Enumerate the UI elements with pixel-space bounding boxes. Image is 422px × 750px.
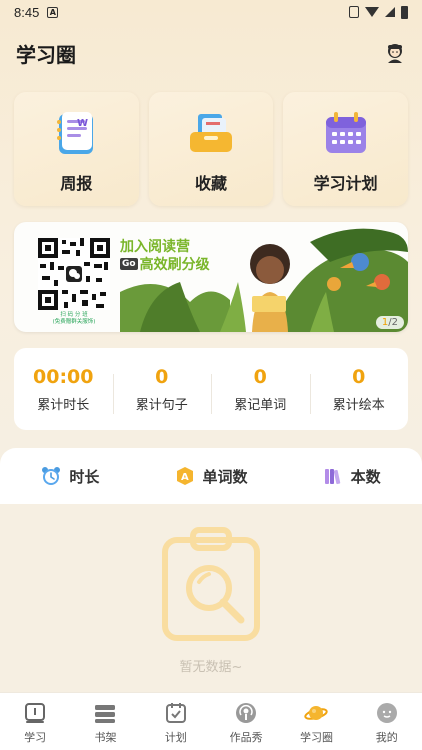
stat-total-picture-books: 0 累计绘本 bbox=[309, 365, 409, 414]
tab-label: 单词数 bbox=[202, 467, 248, 486]
nav-label: 学习圈 bbox=[299, 731, 333, 744]
svg-text:W: W bbox=[77, 118, 88, 129]
page-title: 学习圈 bbox=[16, 42, 76, 67]
battery-icon bbox=[401, 5, 408, 19]
tab-word-count[interactable]: A 单词数 bbox=[141, 448, 282, 504]
planet-icon bbox=[304, 706, 329, 720]
pager-total: /2 bbox=[388, 317, 398, 328]
stats-panel: 00:00 累计时长 0 累计句子 0 累记单词 0 累计绘本 bbox=[14, 348, 408, 430]
nav-item-profile[interactable]: 我的 bbox=[352, 693, 422, 750]
notification-a-icon: A bbox=[47, 6, 59, 18]
wifi-icon bbox=[365, 7, 379, 17]
cellular-icon bbox=[385, 7, 395, 17]
stat-label: 累计绘本 bbox=[332, 397, 385, 413]
study-plan-card[interactable]: 学习计划 bbox=[283, 92, 409, 206]
stat-value: 0 bbox=[155, 365, 169, 388]
feature-cards: W 周报 收藏 学习计划 bbox=[14, 92, 409, 206]
study-icon bbox=[25, 703, 46, 723]
tab-duration[interactable]: 时长 bbox=[0, 448, 141, 504]
nav-item-showcase[interactable]: 作品秀 bbox=[211, 693, 281, 750]
app-header: 学习圈 bbox=[16, 38, 406, 68]
stat-value: 00:00 bbox=[33, 365, 94, 388]
profile-icon bbox=[376, 703, 397, 723]
plan-icon bbox=[165, 703, 186, 723]
banner-title-line2: Go 高效刷分级 bbox=[120, 254, 210, 274]
favorites-icon bbox=[190, 114, 232, 152]
nav-label: 书架 bbox=[94, 731, 117, 744]
ranking-tabs: 时长 A 单词数 本数 bbox=[0, 448, 422, 504]
nav-label: 作品秀 bbox=[229, 731, 263, 744]
letter-a-icon: A bbox=[176, 467, 193, 485]
status-bar: 8:45 A bbox=[0, 0, 422, 24]
card-label: 学习计划 bbox=[313, 174, 378, 193]
banner-pager: 1/2 bbox=[375, 316, 404, 329]
tab-label: 本数 bbox=[350, 467, 381, 486]
nav-item-plan[interactable]: 计划 bbox=[141, 693, 211, 750]
status-icons bbox=[349, 5, 408, 19]
bottom-navigation: 学习 书架 计划 作品秀 学习圈 我的 bbox=[0, 692, 422, 750]
promo-banner[interactable]: 扫 码 分 班 (免费赠群关服饰) 加入阅读营 Go 高效刷分级 1/2 bbox=[14, 222, 408, 332]
stat-total-time: 00:00 累计时长 bbox=[14, 366, 113, 413]
avatar-icon[interactable] bbox=[384, 42, 406, 64]
svg-text:A: A bbox=[181, 472, 189, 483]
report-icon: W bbox=[57, 112, 94, 154]
status-time: 8:45 bbox=[14, 4, 40, 20]
qr-code: 扫 码 分 班 (免费赠群关服饰) bbox=[28, 232, 120, 328]
calendar-icon bbox=[325, 112, 366, 153]
card-label: 周报 bbox=[60, 174, 93, 193]
banner-title-line1: 加入阅读营 bbox=[120, 239, 190, 255]
empty-clipboard-icon bbox=[162, 527, 260, 641]
tab-book-count[interactable]: 本数 bbox=[281, 448, 422, 504]
banner-title-text: 高效刷分级 bbox=[139, 257, 210, 273]
bookshelf-icon bbox=[95, 705, 116, 723]
stat-label: 累计句子 bbox=[135, 397, 188, 413]
alarm-clock-icon bbox=[42, 467, 61, 485]
favorites-card[interactable]: 收藏 bbox=[148, 92, 274, 206]
weekly-report-card[interactable]: W 周报 bbox=[14, 92, 139, 206]
go-badge: Go bbox=[120, 258, 138, 270]
qr-caption-line1: 扫 码 分 班 bbox=[60, 312, 88, 318]
books-icon bbox=[324, 469, 340, 485]
tab-label: 时长 bbox=[69, 467, 100, 486]
stat-total-sentences: 0 累计句子 bbox=[112, 365, 212, 414]
stat-value: 0 bbox=[253, 365, 267, 388]
nav-item-learning-circle[interactable]: 学习圈 bbox=[281, 693, 351, 750]
stat-label: 累计时长 bbox=[37, 397, 90, 413]
empty-state-text: 暂无数据~ bbox=[179, 660, 243, 675]
ranking-content: 暂无数据~ bbox=[0, 504, 422, 690]
nav-label: 计划 bbox=[164, 731, 187, 744]
stat-total-words: 0 累记单词 bbox=[211, 365, 310, 414]
nav-label: 我的 bbox=[375, 731, 398, 744]
podcast-icon bbox=[236, 703, 257, 723]
qr-caption: 扫 码 分 班 (免费赠群关服饰) bbox=[28, 312, 120, 326]
nav-item-study[interactable]: 学习 bbox=[0, 693, 70, 750]
vibrate-icon bbox=[349, 6, 359, 18]
qr-caption-line2: (免费赠群关服饰) bbox=[52, 319, 96, 325]
stat-value: 0 bbox=[352, 365, 366, 388]
card-label: 收藏 bbox=[195, 174, 228, 193]
qr-code-icon bbox=[38, 238, 110, 310]
stat-label: 累记单词 bbox=[234, 397, 287, 413]
nav-label: 学习 bbox=[24, 731, 47, 744]
nav-item-bookshelf[interactable]: 书架 bbox=[70, 693, 140, 750]
